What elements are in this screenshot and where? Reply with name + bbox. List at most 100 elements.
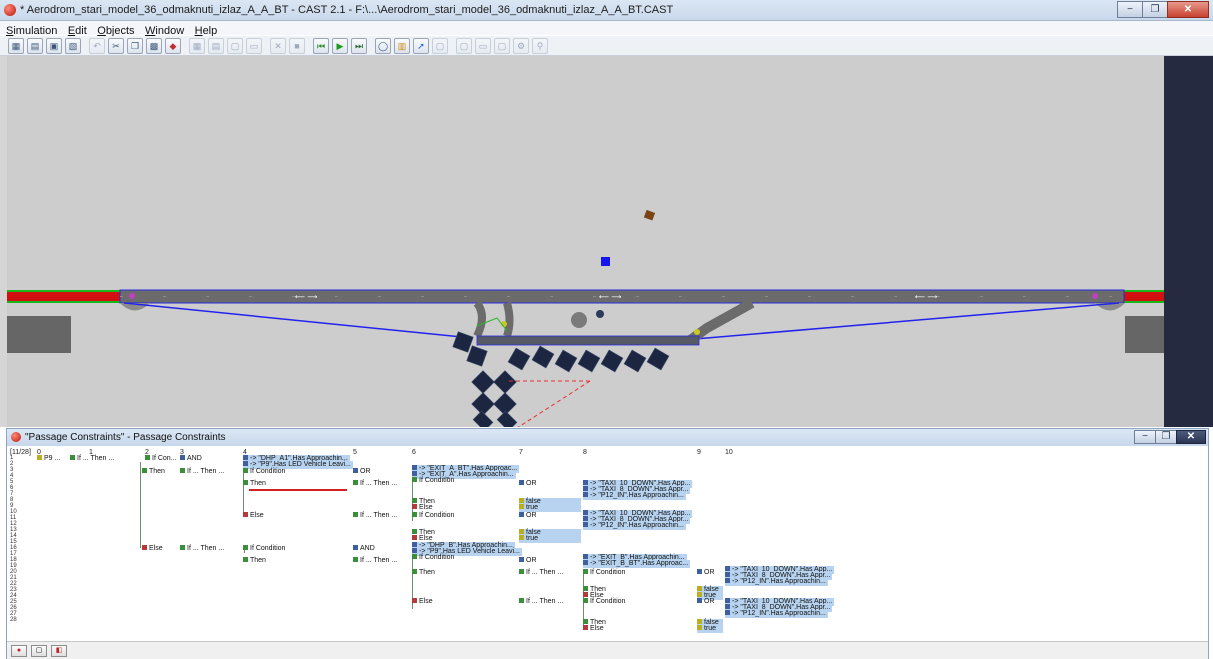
tree-node[interactable]: Else: [142, 545, 163, 553]
open-icon[interactable]: ▤: [27, 38, 43, 54]
tree-node[interactable]: If Condition: [412, 554, 454, 562]
sub-minimize-button[interactable]: −: [1134, 430, 1156, 444]
tree-node[interactable]: If ... Then ...: [353, 557, 397, 565]
tree-node[interactable]: If Condition: [583, 598, 625, 606]
tree-node[interactable]: If ... Then ...: [180, 468, 224, 476]
aircraft-marker[interactable]: [601, 257, 610, 266]
tree-node[interactable]: If Condition: [583, 569, 625, 577]
sub-restore-button[interactable]: ❐: [1155, 430, 1177, 444]
tree-node[interactable]: Then: [243, 557, 266, 565]
close-button[interactable]: ✕: [1167, 1, 1209, 18]
tree-node[interactable]: AND: [180, 455, 202, 463]
tree-node[interactable]: Else: [243, 512, 264, 520]
col-header: 7: [519, 449, 523, 456]
view-icon[interactable]: ▢: [227, 38, 243, 54]
constraint-tree[interactable]: [11/28] 0 1 2 3 4 5 6 7 8 9 10 1 2 3 4 5…: [7, 447, 1208, 639]
tree-node[interactable]: OR: [519, 480, 537, 488]
zoom-icon[interactable]: ▭: [246, 38, 262, 54]
tree-node[interactable]: If ... Then ...: [70, 455, 114, 463]
settings-icon[interactable]: ⚙: [513, 38, 529, 54]
new-icon[interactable]: ▦: [8, 38, 24, 54]
tree-node[interactable]: OR: [697, 598, 715, 606]
row-number: 28: [10, 617, 17, 623]
window-title: * Aerodrom_stari_model_36_odmaknuti_izla…: [20, 4, 674, 16]
export-icon[interactable]: ▭: [475, 38, 491, 54]
tree-node[interactable]: OR: [353, 468, 371, 476]
undo-icon[interactable]: ↶: [89, 38, 105, 54]
play-icon[interactable]: ▶: [332, 38, 348, 54]
tree-node[interactable]: If Con...: [145, 455, 177, 463]
link-icon[interactable]: ⚲: [532, 38, 548, 54]
tree-node[interactable]: Then: [412, 569, 435, 577]
col-header: 8: [583, 449, 587, 456]
tree-node[interactable]: If ... Then ...: [180, 545, 224, 553]
tree-node[interactable]: If ... Then ...: [519, 569, 563, 577]
tree-node[interactable]: Then: [142, 468, 165, 476]
status-icon-2[interactable]: ▢: [31, 645, 47, 657]
col-header: 5: [353, 449, 357, 456]
status-icon-1[interactable]: ●: [11, 645, 27, 657]
route-line-left: [123, 302, 473, 339]
status-icon-3[interactable]: ◧: [51, 645, 67, 657]
toolbar: ▦ ▤ ▣ ▧ ↶ ✂ ❐ ▩ ◆ ▦ ▤ ▢ ▭ ✕ ■ ⏮ ▶ ⏭ ◯ ▥ …: [0, 36, 1213, 56]
layer-icon[interactable]: ▤: [208, 38, 224, 54]
minimize-button[interactable]: −: [1117, 1, 1143, 18]
tree-node[interactable]: If ... Then ...: [353, 480, 397, 488]
stand-cluster[interactable]: [452, 331, 518, 427]
restore-button[interactable]: ❐: [1142, 1, 1168, 18]
tree-node[interactable]: -> "P12_IN".Has Approachin...: [583, 522, 686, 530]
stop-icon[interactable]: ■: [289, 38, 305, 54]
ground-vehicle[interactable]: [571, 312, 587, 328]
col-header: 6: [412, 449, 416, 456]
vehicle-marker[interactable]: [643, 209, 656, 221]
tree-node[interactable]: If ... Then ...: [519, 598, 563, 606]
tree-node[interactable]: true: [519, 504, 581, 512]
tree-node[interactable]: If Condition: [243, 468, 285, 476]
tree-node[interactable]: Else: [412, 504, 433, 512]
tree-node[interactable]: OR: [519, 557, 537, 565]
tree-node[interactable]: -> "P12_IN".Has Approachin...: [725, 610, 828, 618]
tree-node[interactable]: Else: [412, 598, 433, 606]
subwindow-titlebar: "Passage Constraints" - Passage Constrai…: [7, 429, 1208, 446]
route-line-right: [694, 302, 1120, 340]
tree-node[interactable]: OR: [697, 569, 715, 577]
object-icon[interactable]: ◆: [165, 38, 181, 54]
simulation-canvas[interactable]: ⟵ ⟶ ⟵ ⟶ ⟵ ⟶: [7, 56, 1164, 427]
paste-icon[interactable]: ▩: [146, 38, 162, 54]
cut-icon[interactable]: ✂: [108, 38, 124, 54]
subwindow-statusbar: ● ▢ ◧: [7, 641, 1208, 659]
main-taxiway[interactable]: [119, 289, 1125, 304]
tree-node[interactable]: If Condition: [412, 512, 454, 520]
tools-icon[interactable]: ▢: [456, 38, 472, 54]
left-strip: [0, 56, 7, 427]
tree-node[interactable]: If ... Then ...: [353, 512, 397, 520]
plugin-icon[interactable]: ▢: [494, 38, 510, 54]
apron-taxiway[interactable]: [476, 335, 700, 346]
grid-icon[interactable]: ▦: [189, 38, 205, 54]
tree-node[interactable]: OR: [519, 512, 537, 520]
tree-node[interactable]: -> "EXIT_B_BT".Has Approac...: [583, 560, 691, 568]
tree-node[interactable]: If Condition: [412, 477, 454, 485]
tree-node[interactable]: If Condition: [243, 545, 285, 553]
tree-node[interactable]: P9 ...: [37, 455, 60, 463]
tree-node[interactable]: true: [697, 625, 723, 633]
gate-row[interactable]: [507, 345, 670, 373]
chart-icon[interactable]: ▥: [394, 38, 410, 54]
saveas-icon[interactable]: ▧: [65, 38, 81, 54]
tree-node[interactable]: AND: [353, 545, 375, 553]
save-icon[interactable]: ▣: [46, 38, 62, 54]
rewind-icon[interactable]: ⏮: [313, 38, 329, 54]
record-icon[interactable]: ◯: [375, 38, 391, 54]
pointer-icon[interactable]: ➚: [413, 38, 429, 54]
tree-node[interactable]: -> "P12_IN".Has Approachin...: [725, 578, 828, 586]
tree-node[interactable]: -> "P12_IN".Has Approachin...: [583, 492, 686, 500]
delete-icon[interactable]: ✕: [270, 38, 286, 54]
step-icon[interactable]: ⏭: [351, 38, 367, 54]
sub-close-button[interactable]: ✕: [1176, 430, 1206, 444]
tree-node[interactable]: Then: [243, 480, 266, 488]
tree-node[interactable]: true: [519, 535, 581, 543]
copy-icon[interactable]: ❐: [127, 38, 143, 54]
props-icon[interactable]: ▢: [432, 38, 448, 54]
window-titlebar: * Aerodrom_stari_model_36_odmaknuti_izla…: [0, 0, 1213, 21]
tree-node[interactable]: Else: [583, 625, 604, 633]
